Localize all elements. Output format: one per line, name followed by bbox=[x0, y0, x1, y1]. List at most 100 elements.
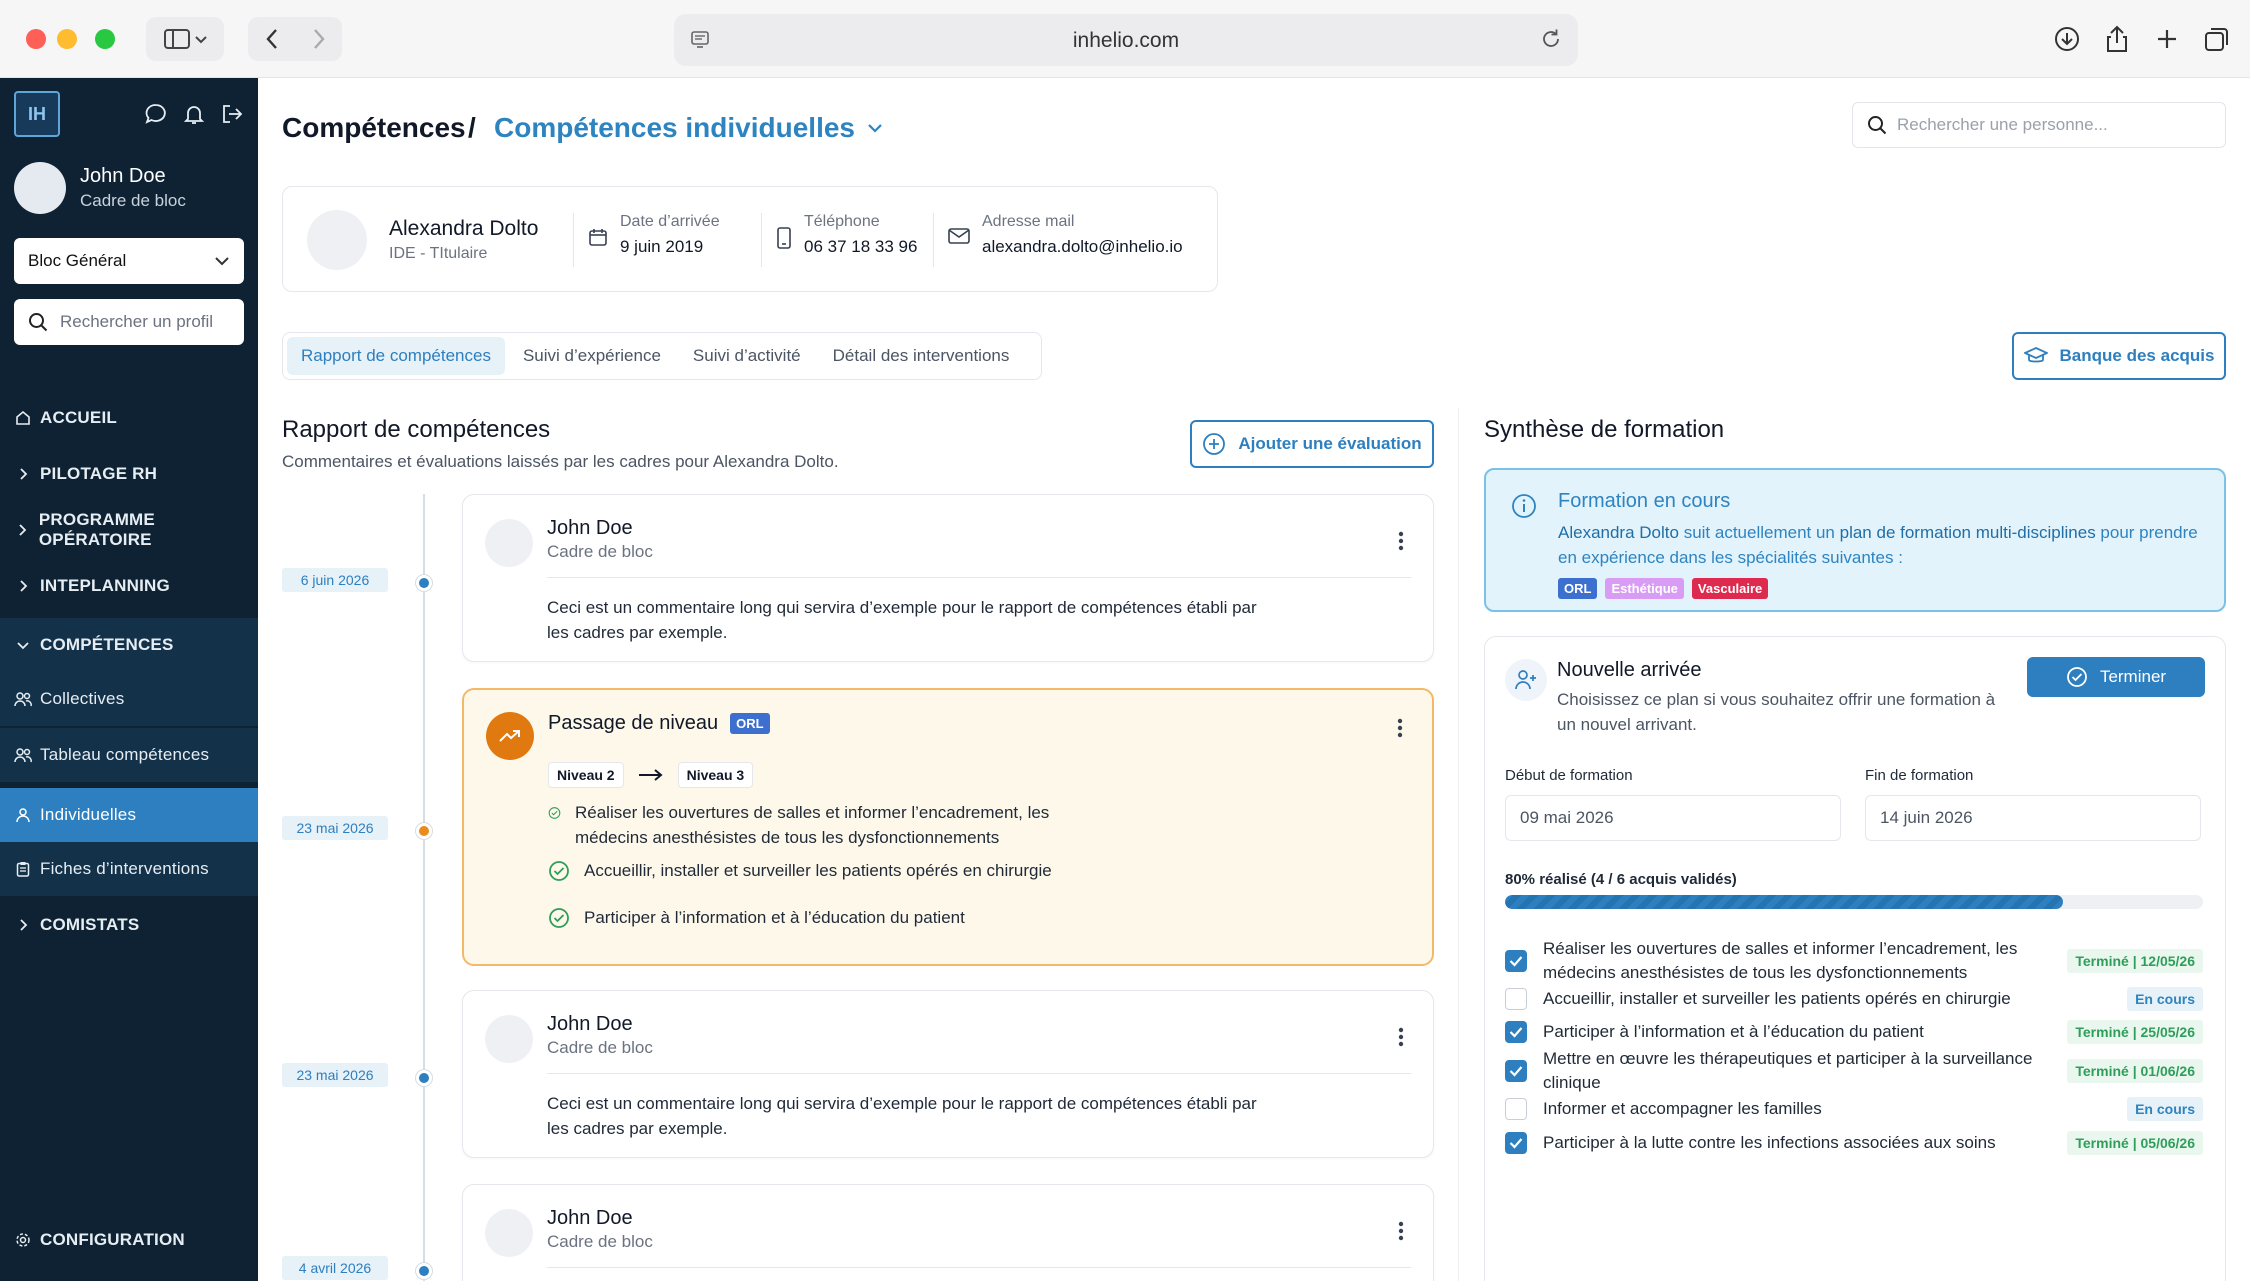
level-up-title: Passage de niveau ORL bbox=[548, 712, 770, 735]
sidebar-item-label: Tableau compétences bbox=[40, 745, 210, 764]
phone-value[interactable]: 06 37 18 33 96 bbox=[804, 237, 917, 257]
level-item: Accueillir, installer et surveiller les … bbox=[548, 858, 1248, 883]
banque-acquis-button[interactable]: Banque des acquis bbox=[2012, 332, 2226, 380]
chat-icon[interactable] bbox=[144, 102, 168, 126]
sidebar-item-fiches-interventions[interactable]: Fiches d’interventions bbox=[0, 842, 258, 896]
bloc-select[interactable]: Bloc Général bbox=[14, 238, 244, 284]
task-checkbox[interactable] bbox=[1505, 1021, 1527, 1043]
comment-author: John Doe bbox=[547, 517, 633, 539]
profile-search-input[interactable] bbox=[60, 312, 220, 332]
minimize-window-button[interactable] bbox=[57, 29, 77, 49]
start-date-label: Début de formation bbox=[1505, 767, 1633, 784]
person-search bbox=[1852, 102, 2226, 148]
users-icon bbox=[14, 747, 32, 763]
level-to: Niveau 3 bbox=[677, 762, 754, 788]
sidebar-item-label: PILOTAGE RH bbox=[40, 464, 158, 483]
new-tab-icon[interactable] bbox=[2152, 22, 2182, 56]
sidebar-toggle-button[interactable] bbox=[146, 17, 224, 61]
arrival-date-field: Date d’arrivée 9 juin 2019 bbox=[573, 213, 720, 267]
sidebar-item-inteplanning[interactable]: INTEPLANNING bbox=[0, 559, 258, 613]
phone-label: Téléphone bbox=[804, 213, 880, 230]
timeline-date: 4 avril 2026 bbox=[282, 1256, 388, 1280]
status-badge: En cours bbox=[2127, 987, 2203, 1011]
profile-card: Alexandra Dolto IDE - TItulaire Date d’a… bbox=[282, 186, 1218, 292]
add-evaluation-button[interactable]: Ajouter une évaluation bbox=[1190, 420, 1434, 468]
tab-bar: Rapport de compétences Suivi d’expérienc… bbox=[282, 332, 1042, 380]
sidebar-item-label: Collectives bbox=[40, 689, 125, 708]
task-text: Mettre en œuvre les thérapeutiques et pa… bbox=[1543, 1049, 2033, 1092]
sidebar-item-accueil[interactable]: ACCUEIL bbox=[0, 391, 258, 445]
sidebar-item-programme-operatoire[interactable]: PROGRAMME OPÉRATOIRE bbox=[0, 503, 258, 557]
start-date-input[interactable] bbox=[1505, 795, 1841, 841]
sidebar-item-comistats[interactable]: COMISTATS bbox=[0, 898, 258, 952]
more-menu-icon[interactable] bbox=[1391, 1219, 1411, 1243]
info-icon bbox=[1510, 492, 1538, 525]
level-item-text: Accueillir, installer et surveiller les … bbox=[584, 861, 1052, 880]
sidebar-item-configuration[interactable]: CONFIGURATION bbox=[0, 1213, 258, 1267]
progress-label: 80% réalisé (4 / 6 acquis validés) bbox=[1505, 871, 1737, 888]
bell-icon[interactable] bbox=[182, 102, 206, 126]
logout-icon[interactable] bbox=[220, 102, 244, 126]
task-checkbox[interactable] bbox=[1505, 1132, 1527, 1154]
divider bbox=[547, 1267, 1411, 1268]
tab-detail-interventions[interactable]: Détail des interventions bbox=[819, 337, 1024, 375]
task-checkbox[interactable] bbox=[1505, 950, 1527, 972]
task-checkbox[interactable] bbox=[1505, 1098, 1527, 1120]
close-window-button[interactable] bbox=[26, 29, 46, 49]
home-icon bbox=[14, 410, 32, 426]
task-row: Informer et accompagner les familles En c… bbox=[1505, 1097, 2203, 1121]
breadcrumb-current[interactable]: Compétences individuelles bbox=[494, 112, 883, 144]
email-value[interactable]: alexandra.dolto@inhelio.io bbox=[982, 237, 1183, 257]
breadcrumb-root[interactable]: Compétences bbox=[282, 112, 466, 144]
check-circle-icon bbox=[549, 861, 569, 881]
person-search-input[interactable] bbox=[1897, 115, 2197, 135]
reload-icon[interactable] bbox=[1540, 28, 1562, 55]
tab-overview-icon[interactable] bbox=[2202, 22, 2232, 56]
tab-suivi-activite[interactable]: Suivi d’activité bbox=[679, 337, 815, 375]
phone-field: Téléphone 06 37 18 33 96 bbox=[761, 213, 917, 267]
user-plus-icon bbox=[1505, 659, 1547, 701]
status-badge: Terminé | 01/06/26 bbox=[2067, 1059, 2203, 1083]
back-button[interactable] bbox=[248, 17, 295, 61]
end-date-input[interactable] bbox=[1865, 795, 2201, 841]
arrival-date-label: Date d’arrivée bbox=[620, 213, 720, 230]
forward-button[interactable] bbox=[295, 17, 342, 61]
zoom-window-button[interactable] bbox=[95, 29, 115, 49]
share-icon[interactable] bbox=[2102, 22, 2132, 56]
more-menu-icon[interactable] bbox=[1391, 1025, 1411, 1049]
formation-info-card: Formation en cours Alexandra Dolto suit … bbox=[1484, 468, 2226, 612]
more-menu-icon[interactable] bbox=[1391, 529, 1411, 553]
tab-suivi-experience[interactable]: Suivi d’expérience bbox=[509, 337, 675, 375]
user-icon bbox=[14, 807, 32, 823]
chevron-down-icon bbox=[215, 257, 229, 266]
level-item: Réaliser les ouvertures de salles et inf… bbox=[548, 800, 1108, 850]
download-icon[interactable] bbox=[2052, 22, 2082, 56]
task-checkbox[interactable] bbox=[1505, 1060, 1527, 1082]
sidebar-item-pilotage-rh[interactable]: PILOTAGE RH bbox=[0, 447, 258, 501]
task-row: Mettre en œuvre les thérapeutiques et pa… bbox=[1505, 1047, 2203, 1095]
sidebar-item-collectives[interactable]: Collectives bbox=[0, 672, 258, 726]
chevron-left-icon bbox=[265, 29, 277, 49]
sidebar-item-tableau-competences[interactable]: Tableau compétences bbox=[0, 728, 258, 782]
avatar bbox=[307, 210, 367, 270]
tab-rapport-competences[interactable]: Rapport de compétences bbox=[287, 337, 505, 375]
app-logo[interactable]: IH bbox=[14, 91, 60, 137]
timeline-date: 23 mai 2026 bbox=[282, 816, 388, 840]
sidebar-item-label: ACCUEIL bbox=[40, 408, 117, 427]
specialty-tags: ORL Esthétique Vasculaire bbox=[1558, 578, 1769, 599]
task-text: Réaliser les ouvertures de salles et inf… bbox=[1543, 939, 2018, 982]
column-divider bbox=[1458, 408, 1459, 1281]
task-checkbox[interactable] bbox=[1505, 988, 1527, 1010]
comment-author-role: Cadre de bloc bbox=[547, 1232, 653, 1251]
sidebar-item-individuelles[interactable]: Individuelles bbox=[0, 788, 258, 842]
breadcrumb-separator: / bbox=[468, 112, 476, 143]
trending-up-icon bbox=[486, 712, 534, 760]
sidebar-item-competences[interactable]: COMPÉTENCES bbox=[0, 618, 258, 672]
formation-info-title: Formation en cours bbox=[1558, 490, 1731, 512]
terminer-button[interactable]: Terminer bbox=[2027, 657, 2205, 697]
address-bar[interactable]: inhelio.com bbox=[674, 14, 1578, 66]
formation-plan-link[interactable]: plan de formation multi-disciplines bbox=[1840, 523, 2096, 542]
more-menu-icon[interactable] bbox=[1390, 716, 1410, 740]
status-badge: En cours bbox=[2127, 1097, 2203, 1121]
avatar[interactable] bbox=[14, 162, 66, 214]
